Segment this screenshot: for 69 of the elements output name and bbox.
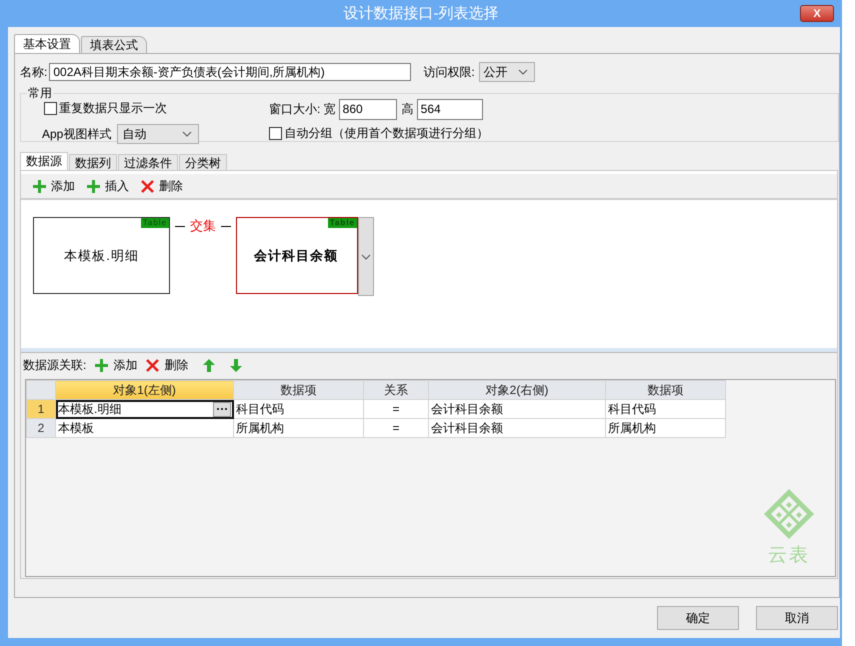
table-cell: =	[364, 418, 428, 438]
table-cell: =	[364, 400, 428, 418]
table-cell: 会计科目余额	[428, 418, 606, 438]
row-number[interactable]: 2	[26, 418, 56, 438]
close-button[interactable]: X	[800, 5, 834, 22]
logo-icon	[763, 488, 815, 540]
caret-icon	[182, 131, 192, 137]
add-button[interactable]: 添加	[95, 356, 138, 374]
tab[interactable]: 基本设置	[14, 34, 80, 53]
table-cell: 科目代码	[234, 400, 364, 418]
field-label: 窗口大小: 宽	[269, 100, 336, 118]
field-label: App视图样式	[42, 126, 112, 142]
close-icon	[141, 180, 154, 192]
checkbox-label: 自动分组（使用首个数据项进行分组）	[284, 125, 488, 142]
group-title: 常用	[27, 85, 53, 102]
caret-icon	[361, 254, 371, 260]
tab[interactable]: 数据列	[69, 154, 117, 170]
node-label: 本模板.明细	[64, 246, 139, 264]
ok-button[interactable]: 确定	[657, 606, 739, 630]
table-node[interactable]: Table 本模板.明细	[33, 217, 170, 294]
table-cell: 会计科目余额	[428, 400, 606, 418]
table-cell: 本模板	[56, 418, 234, 438]
column-header[interactable]: 对象1(左侧)	[56, 380, 234, 400]
column-header[interactable]: 关系	[364, 380, 428, 400]
table-badge: Table	[140, 218, 169, 228]
table-cell: 科目代码	[606, 400, 726, 418]
caret-icon	[518, 69, 528, 75]
join-label[interactable]: 交集	[190, 217, 216, 235]
tab[interactable]: 过滤条件	[118, 154, 178, 170]
add-button[interactable]: 插入	[87, 178, 129, 194]
add-button[interactable]: 添加	[33, 178, 75, 194]
field-label: 访问权限:	[423, 64, 475, 80]
plus-icon	[95, 358, 108, 372]
row-number[interactable]: 1	[26, 400, 56, 418]
logo-text: 云表	[768, 544, 810, 568]
tab[interactable]: 分类树	[179, 154, 227, 170]
table-cell: 所属机构	[606, 418, 726, 438]
close-icon	[146, 358, 160, 372]
width-field[interactable]: 860	[338, 98, 397, 120]
access-select[interactable]: 公开	[478, 62, 535, 82]
up-arrow-icon[interactable]	[203, 358, 216, 372]
window-title: 设计数据接口-列表选择	[344, 4, 498, 23]
plus-icon	[33, 180, 46, 192]
tab[interactable]: 数据源	[20, 152, 68, 170]
checkbox[interactable]	[269, 127, 282, 140]
field-label: 高	[402, 100, 414, 118]
down-arrow-icon[interactable]	[230, 358, 242, 372]
table-badge: Table	[328, 218, 357, 228]
section-label: 数据源关联:	[23, 356, 86, 374]
cancel-button[interactable]: 取消	[756, 606, 838, 630]
checkbox[interactable]	[44, 102, 57, 115]
node-label: 会计科目余额	[254, 246, 338, 264]
column-header[interactable]: 对象2(右侧)	[428, 380, 606, 400]
delete-button[interactable]: 删除	[141, 178, 183, 194]
view-select[interactable]: 自动	[117, 124, 200, 144]
tab[interactable]: 填表公式	[81, 36, 147, 53]
name-field[interactable]: 002A科目期末余额-资产负债表(会计期间,所属机构)	[49, 63, 412, 81]
field-label: 名称:	[20, 64, 48, 80]
table-cell[interactable]: 本模板.明细	[56, 400, 234, 418]
checkbox-label: 重复数据只显示一次	[59, 100, 167, 117]
more-icon[interactable]	[213, 402, 231, 417]
column-header[interactable]: 数据项	[234, 380, 364, 400]
corner-cell	[26, 380, 56, 400]
column-header[interactable]: 数据项	[606, 380, 726, 400]
delete-button[interactable]: 删除	[146, 356, 188, 374]
plus-icon	[87, 180, 100, 192]
height-field[interactable]: 564	[416, 98, 483, 120]
table-node[interactable]: Table 会计科目余额	[236, 217, 358, 294]
table-cell: 所属机构	[234, 418, 364, 438]
